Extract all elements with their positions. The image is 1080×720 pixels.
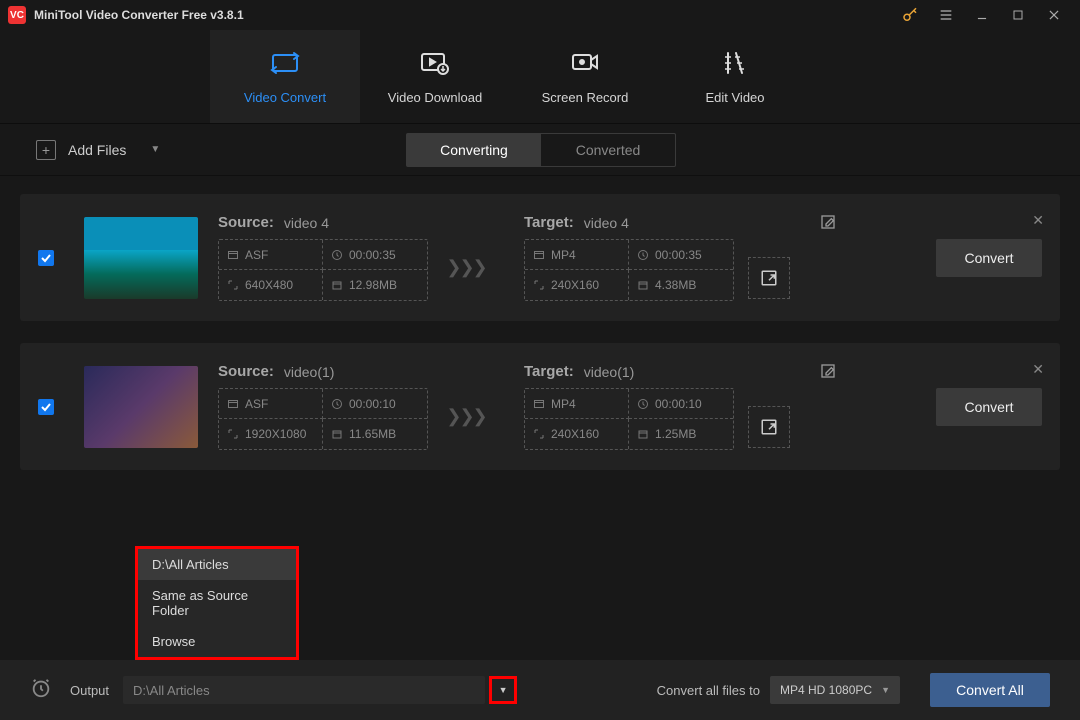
main-nav: Video Convert Video Download Screen Reco…	[0, 30, 1080, 124]
convert-icon	[270, 48, 300, 78]
tgt-duration: 00:00:35	[655, 248, 702, 262]
tab-label: Screen Record	[542, 90, 629, 105]
file-card: Source: video(1) ASF 00:00:10 1920X1080 …	[20, 343, 1060, 470]
src-format: ASF	[245, 248, 268, 262]
chevron-down-icon[interactable]: ▼	[150, 144, 160, 155]
tab-label: Edit Video	[705, 90, 764, 105]
source-specs: ASF 00:00:10 1920X1080 11.65MB	[218, 388, 428, 450]
schedule-icon[interactable]	[30, 677, 52, 704]
thumbnail	[84, 217, 198, 299]
target-column: Target: video 4 MP4 00:00:35 240X160 4.3…	[524, 214, 790, 301]
format-selected-value: MP4 HD 1080PC	[780, 683, 872, 697]
output-path-select[interactable]: D:\All Articles	[123, 676, 485, 704]
remove-file-icon[interactable]: ✕	[1032, 361, 1044, 378]
target-specs: MP4 00:00:35 240X160 4.38MB	[524, 239, 734, 301]
add-files-button[interactable]: + Add Files ▼	[36, 140, 160, 160]
convert-button[interactable]: Convert	[936, 388, 1042, 426]
app-logo-icon: VC	[8, 6, 26, 24]
source-name: video(1)	[284, 364, 335, 380]
target-label: Target:	[524, 214, 574, 231]
tab-video-download[interactable]: Video Download	[360, 30, 510, 123]
target-specs: MP4 00:00:10 240X160 1.25MB	[524, 388, 734, 450]
output-menu-item[interactable]: D:\All Articles	[138, 549, 296, 580]
output-path-value: D:\All Articles	[133, 683, 210, 698]
toolbar: + Add Files ▼ Converting Converted	[0, 124, 1080, 176]
src-size: 11.65MB	[349, 427, 396, 441]
output-folder-menu: D:\All Articles Same as Source Folder Br…	[135, 546, 299, 660]
edit-target-icon[interactable]	[820, 214, 836, 235]
target-format-button[interactable]	[748, 257, 790, 299]
tgt-size: 4.38MB	[655, 278, 696, 292]
file-list: Source: video 4 ASF 00:00:35 640X480 12.…	[0, 176, 1080, 470]
file-card: Source: video 4 ASF 00:00:35 640X480 12.…	[20, 194, 1060, 321]
convert-all-to-label: Convert all files to	[657, 683, 760, 698]
upgrade-key-icon[interactable]	[892, 0, 928, 30]
thumbnail	[84, 366, 198, 448]
menu-icon[interactable]	[928, 0, 964, 30]
tab-label: Video Convert	[244, 90, 326, 105]
src-duration: 00:00:10	[349, 397, 396, 411]
source-column: Source: video 4 ASF 00:00:35 640X480 12.…	[218, 214, 428, 301]
src-resolution: 1920X1080	[245, 427, 306, 441]
status-segment: Converting Converted	[406, 133, 676, 167]
tgt-size: 1.25MB	[655, 427, 696, 441]
target-name: video(1)	[584, 364, 635, 380]
tgt-resolution: 240X160	[551, 278, 599, 292]
tgt-duration: 00:00:10	[655, 397, 702, 411]
src-resolution: 640X480	[245, 278, 293, 292]
arrow-icon: ❯❯❯	[436, 406, 496, 427]
output-label: Output	[70, 683, 109, 698]
output-dropdown-caret[interactable]: ▼	[489, 676, 517, 704]
target-label: Target:	[524, 363, 574, 380]
source-name: video 4	[284, 215, 329, 231]
titlebar: VC MiniTool Video Converter Free v3.8.1	[0, 0, 1080, 30]
source-specs: ASF 00:00:35 640X480 12.98MB	[218, 239, 428, 301]
output-menu-item-browse[interactable]: Browse	[138, 626, 296, 657]
tab-edit-video[interactable]: Edit Video	[660, 30, 810, 123]
edit-video-icon	[720, 48, 750, 78]
bottombar: Output D:\All Articles ▼ Convert all fil…	[0, 660, 1080, 720]
tgt-format: MP4	[551, 248, 576, 262]
minimize-button[interactable]	[964, 0, 1000, 30]
tab-screen-record[interactable]: Screen Record	[510, 30, 660, 123]
chevron-down-icon: ▼	[881, 685, 890, 695]
tab-label: Video Download	[388, 90, 482, 105]
edit-target-icon[interactable]	[820, 363, 836, 384]
format-select[interactable]: MP4 HD 1080PC ▼	[770, 676, 900, 704]
convert-button[interactable]: Convert	[936, 239, 1042, 277]
arrow-icon: ❯❯❯	[436, 257, 496, 278]
source-label: Source:	[218, 363, 274, 380]
maximize-button[interactable]	[1000, 0, 1036, 30]
checkbox[interactable]	[38, 250, 54, 266]
source-label: Source:	[218, 214, 274, 231]
remove-file-icon[interactable]: ✕	[1032, 212, 1044, 229]
src-format: ASF	[245, 397, 268, 411]
output-menu-item[interactable]: Same as Source Folder	[138, 580, 296, 626]
add-files-label: Add Files	[68, 142, 126, 158]
download-icon	[420, 48, 450, 78]
close-button[interactable]	[1036, 0, 1072, 30]
tab-converted[interactable]: Converted	[541, 134, 675, 166]
src-duration: 00:00:35	[349, 248, 396, 262]
tab-converting[interactable]: Converting	[407, 134, 541, 166]
tgt-resolution: 240X160	[551, 427, 599, 441]
target-format-button[interactable]	[748, 406, 790, 448]
src-size: 12.98MB	[349, 278, 397, 292]
record-icon	[570, 48, 600, 78]
source-column: Source: video(1) ASF 00:00:10 1920X1080 …	[218, 363, 428, 450]
tgt-format: MP4	[551, 397, 576, 411]
checkbox[interactable]	[38, 399, 54, 415]
app-title: MiniTool Video Converter Free v3.8.1	[34, 8, 244, 22]
tab-video-convert[interactable]: Video Convert	[210, 30, 360, 123]
convert-all-button[interactable]: Convert All	[930, 673, 1050, 707]
target-name: video 4	[584, 215, 629, 231]
target-column: Target: video(1) MP4 00:00:10 240X160 1.…	[524, 363, 790, 450]
add-files-icon: +	[36, 140, 56, 160]
